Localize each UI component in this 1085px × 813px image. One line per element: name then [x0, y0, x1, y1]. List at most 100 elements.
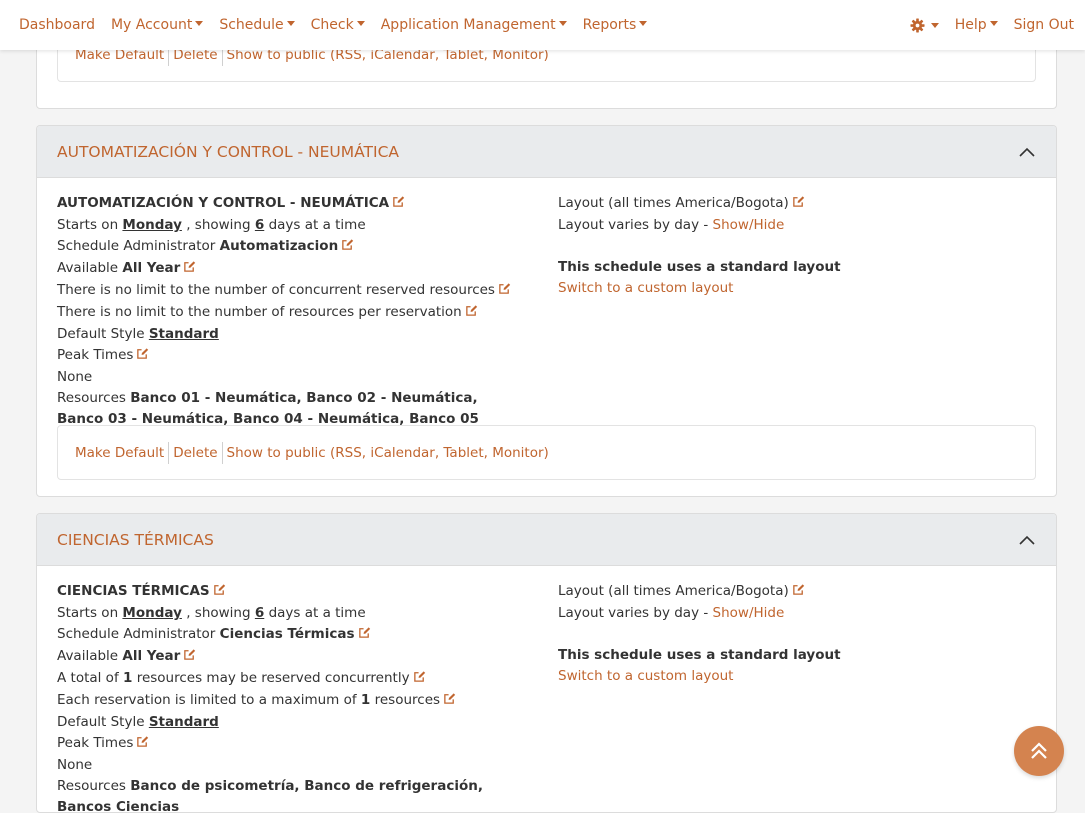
- admin-label: Schedule Administrator: [57, 626, 216, 642]
- nav-check-label: Check: [310, 17, 354, 33]
- edit-icon[interactable]: [213, 582, 226, 603]
- nav-settings[interactable]: [910, 17, 939, 33]
- layout-varies-label: Layout varies by day -: [558, 217, 709, 233]
- switch-custom-layout-link[interactable]: Switch to a custom layout: [558, 668, 733, 684]
- max-suffix: resources: [374, 692, 441, 708]
- days-count[interactable]: 6: [255, 605, 264, 621]
- gear-icon: [910, 17, 925, 33]
- per-reservation-limit-text: There is no limit to the number of resou…: [57, 304, 462, 320]
- nav-app-mgmt-label: Application Management: [380, 17, 556, 33]
- caret-down-icon: [989, 21, 998, 26]
- edit-icon[interactable]: [358, 625, 371, 646]
- nav-help-label: Help: [954, 17, 987, 33]
- edit-icon[interactable]: [465, 303, 478, 324]
- available-label: Available: [57, 260, 119, 276]
- show-hide-link[interactable]: Show/Hide: [713, 605, 785, 621]
- schedule-name: AUTOMATIZACIÓN Y CONTROL - NEUMÁTICA: [57, 195, 390, 211]
- peak-times-label: Peak Times: [57, 735, 134, 751]
- edit-icon[interactable]: [136, 346, 149, 367]
- caret-down-icon: [356, 21, 365, 26]
- delete-link[interactable]: Delete: [173, 445, 217, 461]
- concurrent-suffix: resources may be reserved concurrently: [136, 670, 410, 686]
- schedule-header-title: CIENCIAS TÉRMICAS: [57, 530, 214, 549]
- nav-dashboard[interactable]: Dashboard: [19, 17, 95, 33]
- schedule-header-title: AUTOMATIZACIÓN Y CONTROL - NEUMÁTICA: [57, 142, 399, 161]
- peak-times-value: None: [57, 369, 93, 385]
- showing-label: , showing: [186, 605, 251, 621]
- peak-times-value: None: [57, 757, 93, 773]
- edit-icon[interactable]: [341, 237, 354, 258]
- top-navbar: Dashboard My Account Schedule Check Appl…: [0, 0, 1085, 50]
- chevron-up-icon[interactable]: [1018, 531, 1036, 549]
- nav-my-account-label: My Account: [110, 17, 193, 33]
- style-value[interactable]: Standard: [149, 326, 219, 342]
- caret-down-icon: [286, 21, 295, 26]
- schedule-card-header[interactable]: AUTOMATIZACIÓN Y CONTROL - NEUMÁTICA: [37, 126, 1056, 178]
- admin-value: Ciencias Térmicas: [219, 626, 355, 642]
- nav-my-account[interactable]: My Account: [110, 17, 204, 33]
- schedule-layout: Layout (all times America/Bogota) Layout…: [558, 581, 1038, 687]
- resources-label: Resources: [57, 390, 126, 406]
- show-to-public-link[interactable]: Show to public (RSS, iCalendar, Tablet, …: [227, 445, 549, 461]
- starts-label: Starts on: [57, 217, 119, 233]
- make-default-link[interactable]: Make Default: [75, 445, 164, 461]
- nav-help[interactable]: Help: [955, 17, 998, 33]
- concurrent-prefix: A total of: [57, 670, 119, 686]
- edit-icon[interactable]: [413, 669, 426, 690]
- nav-check[interactable]: Check: [311, 17, 365, 33]
- nav-sign-out[interactable]: Sign Out: [1014, 17, 1074, 33]
- admin-label: Schedule Administrator: [57, 238, 216, 254]
- max-count: 1: [360, 692, 371, 708]
- layout-label: Layout (all times America/Bogota): [558, 195, 789, 211]
- style-value[interactable]: Standard: [149, 714, 219, 730]
- max-prefix: Each reservation is limited to a maximum…: [57, 692, 357, 708]
- layout-varies-label: Layout varies by day -: [558, 605, 709, 621]
- days-suffix: days at a time: [268, 605, 366, 621]
- starts-label: Starts on: [57, 605, 119, 621]
- schedule-card: CIENCIAS TÉRMICAS CIENCIAS TÉRMICAS Star…: [36, 513, 1057, 813]
- schedule-layout: Layout (all times America/Bogota) Layout…: [558, 193, 1038, 299]
- nav-reports[interactable]: Reports: [583, 17, 648, 33]
- caret-down-icon: [930, 22, 939, 28]
- schedule-details: CIENCIAS TÉRMICAS Starts on Monday , sho…: [57, 581, 537, 812]
- available-value: All Year: [122, 260, 181, 276]
- showing-label: , showing: [186, 217, 251, 233]
- days-suffix: days at a time: [268, 217, 366, 233]
- edit-icon[interactable]: [443, 691, 456, 712]
- edit-icon[interactable]: [498, 281, 511, 302]
- edit-icon[interactable]: [792, 194, 805, 215]
- edit-icon[interactable]: [136, 734, 149, 755]
- edit-icon[interactable]: [183, 647, 196, 668]
- available-value: All Year: [122, 648, 181, 664]
- nav-application-management[interactable]: Application Management: [381, 17, 567, 33]
- standard-layout-text: This schedule uses a standard layout: [558, 647, 841, 663]
- nav-schedule-label: Schedule: [219, 17, 284, 33]
- schedule-card-header[interactable]: CIENCIAS TÉRMICAS: [37, 514, 1056, 566]
- standard-layout-text: This schedule uses a standard layout: [558, 259, 841, 275]
- available-label: Available: [57, 648, 119, 664]
- style-label: Default Style: [57, 714, 145, 730]
- switch-custom-layout-link[interactable]: Switch to a custom layout: [558, 280, 733, 296]
- schedule-details: AUTOMATIZACIÓN Y CONTROL - NEUMÁTICA Sta…: [57, 193, 537, 451]
- divider: [168, 441, 170, 464]
- double-chevron-up-icon: [1031, 742, 1047, 759]
- edit-icon[interactable]: [792, 582, 805, 603]
- chevron-up-icon[interactable]: [1018, 143, 1036, 161]
- concurrent-count: 1: [123, 670, 133, 686]
- caret-down-icon: [558, 21, 567, 26]
- admin-value: Automatizacion: [219, 238, 339, 254]
- show-hide-link[interactable]: Show/Hide: [713, 217, 785, 233]
- edit-icon[interactable]: [183, 259, 196, 280]
- start-day[interactable]: Monday: [122, 605, 181, 621]
- start-day[interactable]: Monday: [122, 217, 181, 233]
- style-label: Default Style: [57, 326, 145, 342]
- nav-reports-label: Reports: [582, 17, 637, 33]
- scroll-to-top-button[interactable]: [1014, 726, 1064, 776]
- days-count[interactable]: 6: [255, 217, 264, 233]
- nav-schedule[interactable]: Schedule: [219, 17, 295, 33]
- edit-icon[interactable]: [392, 194, 405, 215]
- concurrent-limit-text: There is no limit to the number of concu…: [57, 282, 495, 298]
- caret-down-icon: [639, 21, 648, 26]
- schedule-card: AUTOMATIZACIÓN Y CONTROL - NEUMÁTICA AUT…: [36, 125, 1057, 497]
- schedule-actions: Make Default Delete Show to public (RSS,…: [57, 425, 1036, 480]
